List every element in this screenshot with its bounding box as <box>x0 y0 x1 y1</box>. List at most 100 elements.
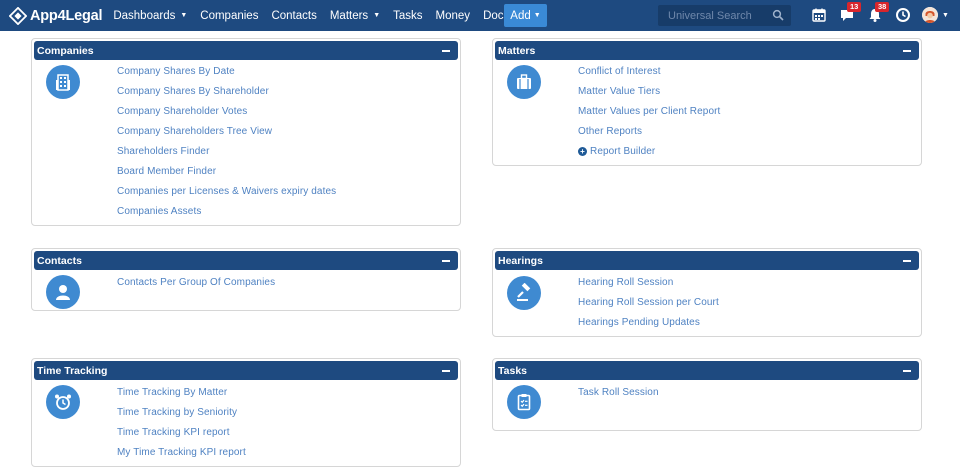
messages-button[interactable]: 13 <box>839 2 862 23</box>
report-link[interactable]: Hearing Roll Session <box>578 277 673 288</box>
tasks-panel: Tasks Task Roll Session <box>492 358 922 431</box>
report-link[interactable]: Other Reports <box>578 126 642 137</box>
report-link[interactable]: Task Roll Session <box>578 387 659 398</box>
panel-title: Tasks <box>498 364 527 377</box>
universal-search <box>658 5 791 26</box>
contacts-panel: Contacts Contacts Per Group Of Companies <box>31 248 461 311</box>
brand-logo-link[interactable]: App4Legal <box>9 0 103 31</box>
list-item: Company Shares By Shareholder <box>117 81 336 101</box>
report-builder-link[interactable]: + Report Builder <box>578 146 655 157</box>
list-item: Board Member Finder <box>117 161 336 181</box>
matters-panel: Matters Conflict of Interest Matter Valu… <box>492 38 922 166</box>
report-link[interactable]: Hearings Pending Updates <box>578 317 700 328</box>
person-icon <box>46 275 80 309</box>
briefcase-icon <box>507 65 541 99</box>
add-button[interactable]: Add ▼ <box>504 4 547 27</box>
user-avatar-icon <box>922 7 938 23</box>
report-link[interactable]: Conflict of Interest <box>578 66 661 77</box>
minus-icon <box>903 259 911 262</box>
hearings-panel: Hearings Hearing Roll Session Hearing Ro… <box>492 248 922 337</box>
collapse-button[interactable] <box>900 41 914 60</box>
report-link[interactable]: Matter Values per Client Report <box>578 106 720 117</box>
diamond-logo-icon <box>9 6 27 25</box>
nav-matters[interactable]: Matters ▼ <box>330 10 380 22</box>
nav-contacts[interactable]: Contacts <box>271 10 316 22</box>
report-link[interactable]: Hearing Roll Session per Court <box>578 297 719 308</box>
report-link[interactable]: Company Shares By Date <box>117 66 235 77</box>
matters-links: Conflict of Interest Matter Value Tiers … <box>578 61 720 161</box>
hearings-links: Hearing Roll Session Hearing Roll Sessio… <box>578 272 719 332</box>
report-link[interactable]: Shareholders Finder <box>117 146 210 157</box>
companies-links: Company Shares By Date Company Shares By… <box>117 61 336 221</box>
list-item: Time Tracking KPI report <box>117 422 246 442</box>
user-menu[interactable]: ▼ <box>922 7 949 23</box>
report-link[interactable]: Time Tracking KPI report <box>117 427 230 438</box>
report-link[interactable]: Matter Value Tiers <box>578 86 660 97</box>
hearings-panel-header: Hearings <box>495 251 919 270</box>
list-item: Company Shareholders Tree View <box>117 121 336 141</box>
collapse-button[interactable] <box>439 361 453 380</box>
report-link[interactable]: Companies Assets <box>117 206 201 217</box>
messages-count-badge: 13 <box>847 2 862 12</box>
nav-money[interactable]: Money <box>436 10 471 22</box>
minus-icon <box>442 259 450 262</box>
panel-title: Companies <box>37 44 94 57</box>
caret-down-icon: ▼ <box>942 11 949 19</box>
report-link[interactable]: Company Shares By Shareholder <box>117 86 269 97</box>
nav-dashboards[interactable]: Dashboards ▼ <box>113 10 187 22</box>
top-navbar: App4Legal Dashboards ▼ Companies Contact… <box>0 0 960 31</box>
list-item: Time Tracking By Matter <box>117 382 246 402</box>
report-link[interactable]: My Time Tracking KPI report <box>117 447 246 458</box>
list-item: Task Roll Session <box>578 382 659 402</box>
nav-dashboards-label: Dashboards <box>113 9 176 22</box>
list-item: Matter Values per Client Report <box>578 101 720 121</box>
contacts-links: Contacts Per Group Of Companies <box>117 272 275 292</box>
notifications-count-badge: 38 <box>875 2 890 12</box>
minus-icon <box>442 49 450 52</box>
list-item: Companies Assets <box>117 201 336 221</box>
minus-icon <box>903 369 911 372</box>
nav-contacts-label: Contacts <box>271 9 317 22</box>
plus-circle-icon: + <box>578 146 587 156</box>
brand-name: App4Legal <box>30 7 103 24</box>
universal-search-input[interactable] <box>658 9 768 22</box>
list-item: Time Tracking by Seniority <box>117 402 246 422</box>
nav-tasks-label: Tasks <box>393 9 423 22</box>
alarm-clock-icon <box>46 385 80 419</box>
report-link[interactable]: Companies per Licenses & Waivers expiry … <box>117 186 336 197</box>
report-link[interactable]: Time Tracking By Matter <box>117 387 227 398</box>
clock-icon[interactable] <box>895 7 911 23</box>
nav-matters-label: Matters <box>329 9 369 22</box>
search-icon[interactable] <box>772 9 784 21</box>
calendar-icon[interactable] <box>811 7 827 23</box>
report-link[interactable]: Board Member Finder <box>117 166 216 177</box>
matters-panel-header: Matters <box>495 41 919 60</box>
panel-title: Contacts <box>37 254 82 267</box>
report-link[interactable]: Contacts Per Group Of Companies <box>117 277 275 288</box>
report-link[interactable]: Time Tracking by Seniority <box>117 407 237 418</box>
list-item: Matter Value Tiers <box>578 81 720 101</box>
tasks-panel-header: Tasks <box>495 361 919 380</box>
panel-title: Hearings <box>498 254 543 267</box>
main-nav: Dashboards ▼ Companies Contacts Matters … <box>113 10 549 22</box>
list-item: Shareholders Finder <box>117 141 336 161</box>
collapse-button[interactable] <box>900 251 914 270</box>
report-link[interactable]: Company Shareholders Tree View <box>117 126 272 137</box>
minus-icon <box>442 369 450 372</box>
nav-companies[interactable]: Companies <box>200 10 258 22</box>
collapse-button[interactable] <box>900 361 914 380</box>
caret-down-icon: ▼ <box>533 12 541 19</box>
list-item: Company Shares By Date <box>117 61 336 81</box>
collapse-button[interactable] <box>439 251 453 270</box>
caret-down-icon: ▼ <box>373 12 381 19</box>
panel-title: Matters <box>498 44 536 57</box>
nav-companies-label: Companies <box>200 9 259 22</box>
caret-down-icon: ▼ <box>180 12 188 19</box>
avatar <box>922 7 938 23</box>
clipboard-icon <box>507 385 541 419</box>
notifications-button[interactable]: 38 <box>867 2 890 23</box>
collapse-button[interactable] <box>439 41 453 60</box>
list-item: My Time Tracking KPI report <box>117 442 246 462</box>
nav-tasks[interactable]: Tasks <box>393 10 422 22</box>
report-link[interactable]: Company Shareholder Votes <box>117 106 247 117</box>
